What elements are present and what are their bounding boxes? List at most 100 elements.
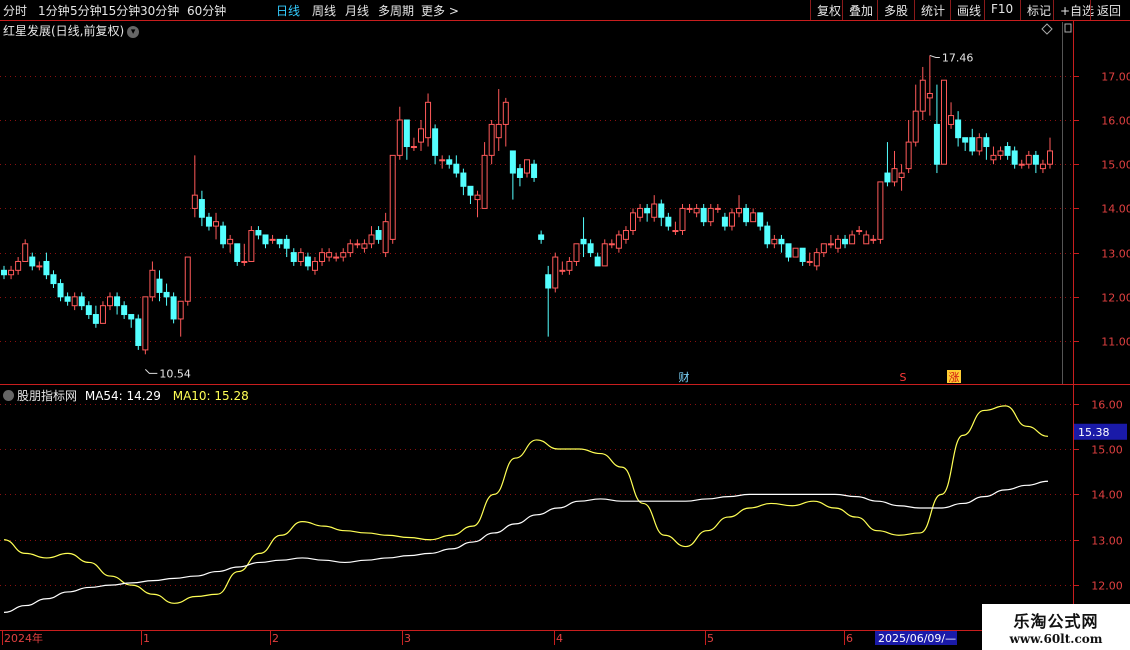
candle-body[interactable] (700, 207, 707, 223)
candle-body[interactable] (319, 252, 326, 262)
candle-body[interactable] (410, 146, 417, 149)
candle-body[interactable] (757, 212, 764, 227)
candle-body[interactable] (467, 185, 474, 196)
candle-body[interactable] (750, 212, 757, 223)
candle-body[interactable] (651, 203, 658, 218)
gear-icon[interactable] (3, 390, 14, 401)
candle-body[interactable] (262, 234, 269, 245)
candle-body[interactable] (933, 123, 940, 165)
candle-body[interactable] (128, 314, 135, 320)
candle-body[interactable] (799, 247, 806, 262)
candle-body[interactable] (417, 128, 424, 143)
candle-body[interactable] (926, 92, 933, 99)
candle-body[interactable] (743, 207, 750, 223)
candle-body[interactable] (898, 172, 905, 178)
candle-body[interactable] (516, 168, 523, 178)
candle-body[interactable] (778, 238, 785, 245)
candle-body[interactable] (64, 296, 71, 302)
candle-body[interactable] (820, 243, 827, 254)
candle-body[interactable] (142, 296, 149, 351)
candle-body[interactable] (884, 172, 891, 183)
candle-body[interactable] (304, 256, 311, 267)
candle-body[interactable] (792, 247, 799, 258)
candle-body[interactable] (785, 243, 792, 258)
candle-body[interactable] (382, 221, 389, 254)
candle-body[interactable] (856, 230, 863, 233)
candle-body[interactable] (948, 115, 955, 125)
candle-body[interactable] (220, 225, 227, 245)
candle-body[interactable] (842, 238, 849, 245)
candle-body[interactable] (474, 194, 481, 201)
candle-body[interactable] (580, 238, 587, 245)
candle-body[interactable] (990, 154, 997, 161)
candle-body[interactable] (891, 168, 898, 183)
candle-body[interactable] (531, 163, 538, 178)
candle-body[interactable] (502, 101, 509, 125)
candle-body[interactable] (594, 256, 601, 267)
candle-body[interactable] (114, 296, 121, 307)
candle-body[interactable] (453, 163, 460, 174)
candle-body[interactable] (524, 159, 530, 174)
candle-body[interactable] (637, 207, 644, 218)
candle-body[interactable] (333, 256, 340, 259)
candle-body[interactable] (29, 256, 36, 267)
candle-body[interactable] (976, 137, 983, 152)
candle-body[interactable] (827, 243, 834, 246)
candle-body[interactable] (707, 207, 714, 223)
candle-body[interactable] (389, 154, 396, 240)
candle-body[interactable] (340, 252, 347, 258)
candle-body[interactable] (276, 238, 283, 245)
candle-body[interactable] (78, 296, 85, 307)
candle-body[interactable] (919, 79, 926, 112)
candle-body[interactable] (538, 234, 545, 240)
candle-body[interactable] (8, 269, 15, 276)
candle-body[interactable] (1004, 146, 1011, 156)
candle-body[interactable] (509, 150, 516, 174)
candle-body[interactable] (156, 278, 163, 293)
candle-body[interactable] (99, 305, 106, 324)
candle-body[interactable] (311, 260, 318, 271)
candle-body[interactable] (269, 238, 276, 241)
candle-body[interactable] (566, 260, 573, 271)
candle-body[interactable] (813, 252, 820, 267)
candle-body[interactable] (290, 252, 297, 262)
candle-body[interactable] (658, 203, 665, 218)
candle-body[interactable] (283, 238, 290, 249)
candle-body[interactable] (85, 305, 92, 316)
scroll-icon[interactable] (1064, 23, 1072, 33)
candle-body[interactable] (1025, 154, 1032, 165)
candle-body[interactable] (1032, 154, 1039, 165)
candle-body[interactable] (693, 207, 700, 214)
candle-body[interactable] (121, 305, 128, 316)
candle-body[interactable] (905, 141, 912, 170)
candle-body[interactable] (686, 207, 693, 210)
candle-body[interactable] (721, 216, 728, 227)
candle-body[interactable] (255, 230, 262, 236)
candle-body[interactable] (432, 128, 439, 156)
candle-body[interactable] (107, 296, 114, 307)
candle-body[interactable] (771, 238, 778, 245)
candle-body[interactable] (213, 221, 220, 227)
candle-body[interactable] (177, 300, 184, 320)
candle-body[interactable] (368, 234, 375, 245)
indicator-name[interactable]: 股朋指标网 (17, 389, 77, 403)
candle-body[interactable] (587, 243, 594, 254)
diamond-icon[interactable] (1041, 23, 1053, 35)
candle-body[interactable] (354, 243, 361, 246)
candle-body[interactable] (234, 243, 241, 262)
candle-body[interactable] (552, 256, 559, 289)
candle-body[interactable] (1, 269, 7, 276)
candle-body[interactable] (877, 181, 884, 240)
candle-body[interactable] (615, 234, 622, 249)
candle-body[interactable] (622, 230, 629, 240)
candle-body[interactable] (665, 216, 672, 227)
candle-body[interactable] (955, 119, 962, 139)
candle-body[interactable] (43, 260, 50, 276)
candle-body[interactable] (834, 238, 841, 249)
candle-body[interactable] (36, 265, 43, 268)
candle-body[interactable] (983, 137, 990, 148)
candle-body[interactable] (679, 207, 686, 232)
candle-body[interactable] (184, 256, 191, 302)
candle-body[interactable] (135, 318, 142, 346)
candle-body[interactable] (248, 230, 255, 262)
